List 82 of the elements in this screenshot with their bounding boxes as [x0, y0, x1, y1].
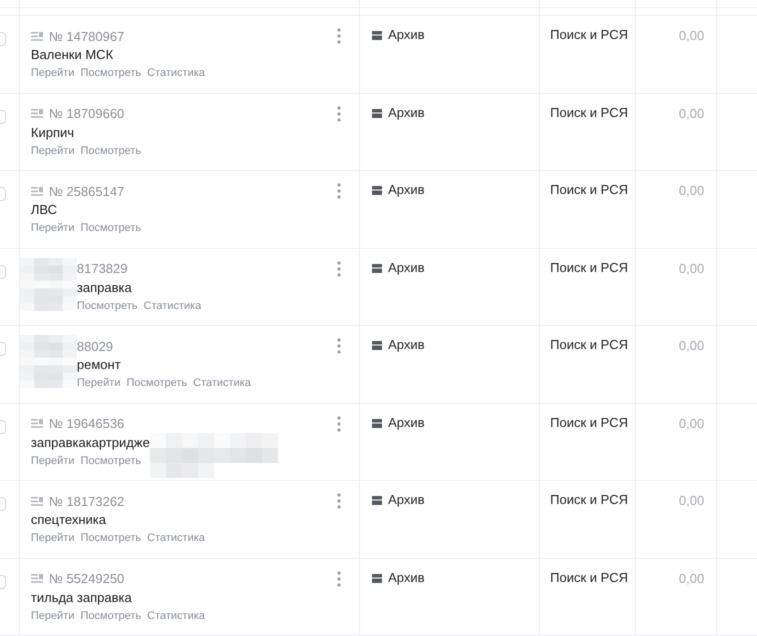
campaign-link[interactable]: Статистика [147, 67, 205, 79]
campaign-link[interactable]: Перейти [30, 144, 74, 156]
campaign-type-icon [30, 574, 44, 583]
campaign-number: № 14780967 [48, 28, 126, 44]
campaign-name[interactable]: тильда заправка [30, 588, 205, 606]
campaign-link[interactable]: Перейти [30, 610, 74, 622]
campaign-link[interactable]: Посмотреть [126, 377, 188, 389]
campaign-link[interactable]: Статистика [144, 300, 202, 312]
archive-icon [372, 574, 382, 582]
campaign-type-icon [30, 109, 44, 118]
campaign-link[interactable]: Посмотреть [76, 300, 138, 312]
status-text: Архив [388, 337, 425, 352]
status-text: Архив [388, 492, 425, 507]
campaign-name[interactable]: Валенки МСК [30, 46, 205, 64]
campaign-type-icon [30, 186, 44, 196]
campaign-number: 8173829 [76, 261, 129, 276]
strategy-text: Поиск и РСЯ [549, 104, 629, 120]
status-text: Архив [388, 27, 425, 42]
strategy-text: Поиск и РСЯ [549, 182, 629, 197]
archive-icon [372, 264, 382, 272]
more-icon[interactable] [337, 416, 342, 432]
campaign-link[interactable]: Статистика [193, 377, 251, 389]
campaign-link[interactable]: Посмотреть [80, 454, 142, 466]
amount-text: 0,00 [678, 416, 704, 430]
more-icon[interactable] [337, 570, 342, 586]
campaign-link[interactable]: Перейти [76, 377, 120, 389]
amount-text: 0,00 [678, 338, 704, 353]
campaign-link[interactable]: Статистика [147, 532, 205, 544]
more-icon[interactable] [337, 106, 342, 122]
amount-text: 0,00 [678, 260, 704, 276]
campaign-number: № 55249250 [48, 571, 126, 586]
archive-icon [372, 186, 382, 195]
campaign-link[interactable]: Посмотреть [80, 532, 142, 544]
strategy-text: Поиск и РСЯ [549, 414, 629, 430]
more-icon[interactable] [337, 28, 342, 44]
amount-text: 0,00 [678, 106, 704, 120]
strategy-text: Поиск и РСЯ [549, 337, 629, 352]
strategy-text: Поиск и РСЯ [549, 27, 629, 42]
campaign-number: № 18173262 [48, 494, 126, 508]
archive-icon [372, 341, 382, 350]
status-text: Архив [388, 570, 425, 584]
campaign-type-icon [30, 32, 44, 40]
campaign-name[interactable]: ремонт [76, 356, 251, 374]
strategy-text: Поиск и РСЯ [549, 570, 629, 584]
amount-text: 0,00 [678, 570, 704, 586]
campaign-link[interactable]: Перейти [30, 67, 74, 79]
campaign-link[interactable]: Перейти [30, 454, 74, 466]
campaign-name[interactable]: ЛВС [30, 201, 142, 219]
status-text: Архив [388, 260, 425, 274]
archive-icon [372, 496, 382, 505]
more-icon[interactable] [337, 493, 342, 509]
campaign-type-icon [30, 419, 44, 428]
status-text: Архив [388, 104, 425, 120]
campaign-name[interactable]: Кирпич [30, 124, 142, 142]
amount-text: 0,00 [678, 183, 704, 198]
campaign-link[interactable]: Посмотреть [80, 67, 142, 79]
campaign-number: № 18709660 [48, 106, 126, 121]
campaign-link[interactable]: Посмотреть [80, 610, 142, 622]
campaign-name[interactable]: спецтехника [30, 511, 205, 529]
campaign-name[interactable]: заправка [76, 278, 202, 296]
campaign-link[interactable]: Перейти [30, 532, 74, 544]
archive-icon [372, 31, 382, 40]
campaign-link[interactable]: Перейти [30, 222, 74, 234]
more-icon[interactable] [337, 338, 342, 354]
campaign-number: № 25865147 [48, 184, 126, 198]
campaign-type-icon [30, 496, 44, 506]
strategy-text: Поиск и РСЯ [549, 260, 629, 274]
campaign-link[interactable]: Статистика [147, 610, 205, 622]
archive-icon [372, 108, 382, 118]
amount-text: 0,00 [678, 493, 704, 508]
status-text: Архив [388, 414, 425, 430]
campaign-link[interactable]: Посмотреть [80, 222, 142, 234]
more-icon[interactable] [337, 260, 342, 276]
campaign-link[interactable]: Посмотреть [80, 144, 142, 156]
amount-text: 0,00 [678, 28, 704, 43]
strategy-text: Поиск и РСЯ [549, 492, 629, 507]
status-text: Архив [388, 182, 425, 197]
more-icon[interactable] [337, 183, 342, 199]
campaign-number: № 19646536 [48, 416, 126, 431]
campaign-number: 88029 [76, 338, 114, 354]
campaign-name[interactable]: заправкакартридже [30, 434, 150, 452]
archive-icon [372, 418, 382, 428]
